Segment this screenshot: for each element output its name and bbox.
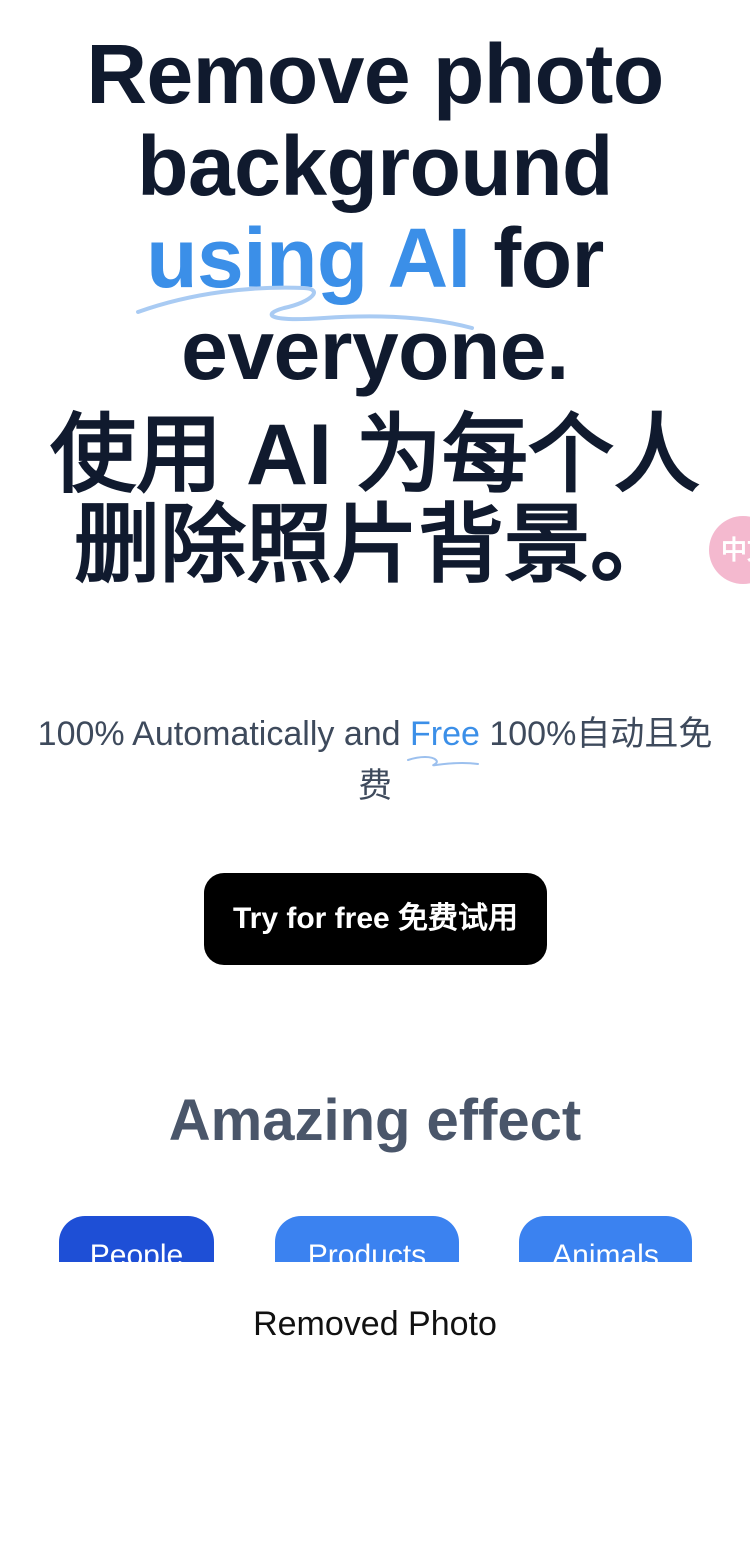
subtitle-before: 100% Automatically and xyxy=(37,715,410,753)
hero-title-chinese: 使用 AI 为每个人 删除照片背景。 xyxy=(0,410,750,590)
hero-title-line-1: Remove photo xyxy=(86,27,664,121)
subtitle-free-highlight: Free xyxy=(407,708,480,767)
tab-people[interactable]: People xyxy=(59,1216,214,1262)
hero-title: Remove photo background using AI for eve… xyxy=(0,28,750,396)
hero-title-cn-line-1: 使用 AI 为每个人 xyxy=(50,407,700,503)
tab-products[interactable]: Products xyxy=(275,1216,459,1262)
category-tabs: People Products Animals xyxy=(0,1216,750,1262)
hero-title-line-3: using AI for xyxy=(0,212,750,304)
removed-photo-label: Removed Photo xyxy=(253,1305,497,1343)
hero-subtitle: 100% Automatically and Free 100%自动且免费 xyxy=(30,708,720,812)
section-title: Amazing effect xyxy=(168,1088,582,1153)
hero-title-cn-line-2: 删除照片背景。 xyxy=(74,497,676,593)
tab-animals[interactable]: Animals xyxy=(519,1216,692,1262)
hero-title-line-4: everyone. xyxy=(181,303,569,397)
subtitle-free-text: Free xyxy=(410,715,480,753)
page: Remove photo background using AI for eve… xyxy=(0,0,750,1556)
hero-title-accent: using AI xyxy=(146,211,471,305)
free-underline-squiggle xyxy=(407,756,479,767)
hero-title-line-2: background xyxy=(137,119,613,213)
try-for-free-button[interactable]: Try for free 免费试用 xyxy=(204,873,547,965)
hero-title-line-3-rest: for xyxy=(470,211,604,305)
